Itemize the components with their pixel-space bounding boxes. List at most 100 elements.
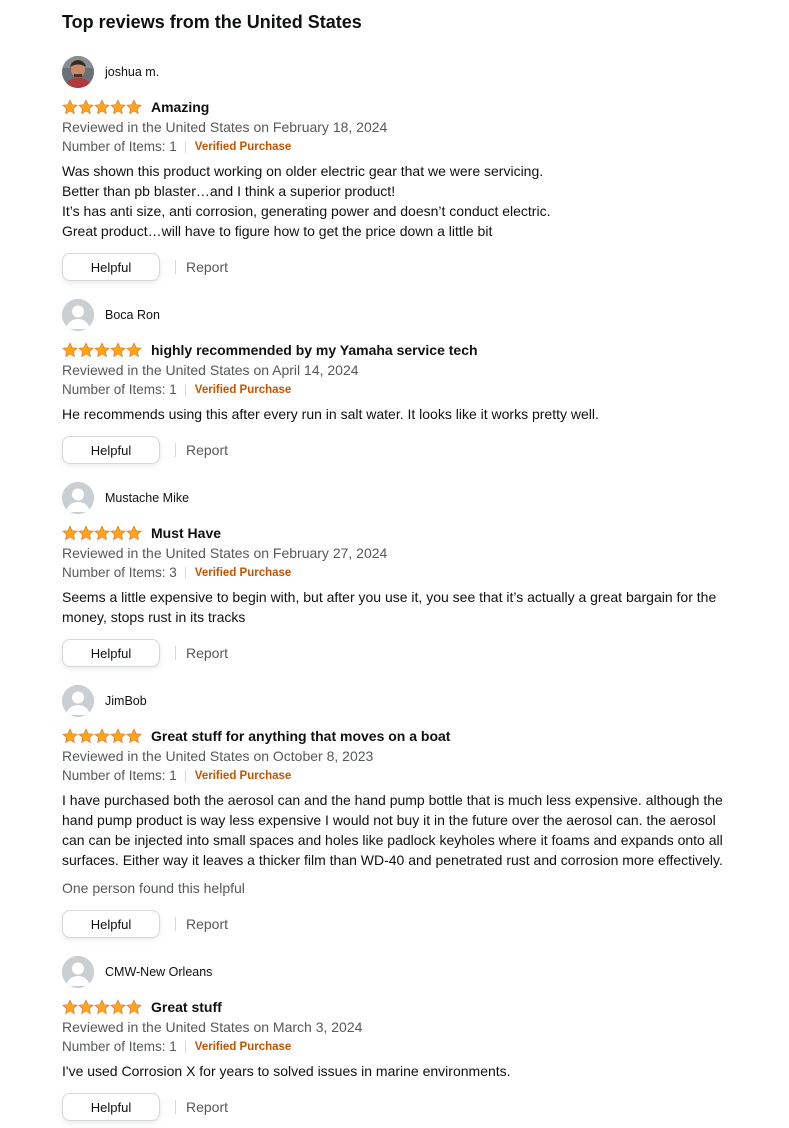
default-avatar-icon bbox=[62, 482, 94, 514]
item-count: Number of Items: 3 bbox=[62, 565, 177, 580]
review-body: Seems a little expensive to begin with, … bbox=[62, 587, 762, 627]
helpful-button[interactable]: Helpful bbox=[62, 1093, 160, 1121]
star-icon bbox=[62, 342, 78, 358]
review-date: Reviewed in the United States on Februar… bbox=[62, 119, 388, 135]
report-link[interactable]: Report bbox=[186, 259, 228, 275]
star-icon bbox=[126, 99, 142, 115]
review-card: CMW-New Orleans Great stuff Reviewed in th… bbox=[62, 956, 762, 1122]
reviewer-name[interactable]: joshua m. bbox=[105, 65, 159, 79]
star-icon bbox=[78, 99, 94, 115]
review-body-line: surfaces. Either way it leaves a thicker… bbox=[62, 852, 723, 868]
review-date: Reviewed in the United States on March 3… bbox=[62, 1019, 363, 1035]
star-icon bbox=[78, 342, 94, 358]
star-icon bbox=[94, 999, 110, 1015]
divider bbox=[175, 917, 176, 931]
review-body-line: Was shown this product working on older … bbox=[62, 163, 544, 179]
review-title[interactable]: Must Have bbox=[151, 525, 221, 541]
star-icon bbox=[62, 728, 78, 744]
review-title[interactable]: Great stuff bbox=[151, 999, 222, 1015]
reviewer-name[interactable]: JimBob bbox=[105, 694, 147, 708]
reviewer-name[interactable]: Boca Ron bbox=[105, 308, 160, 322]
divider bbox=[184, 384, 186, 396]
review-actions: Helpful Report bbox=[62, 435, 762, 465]
review-title[interactable]: Amazing bbox=[151, 99, 209, 115]
report-link[interactable]: Report bbox=[186, 1099, 228, 1115]
star-icon bbox=[110, 999, 126, 1015]
star-icon bbox=[94, 525, 110, 541]
star-icon bbox=[110, 525, 126, 541]
star-icon bbox=[126, 525, 142, 541]
star-icon bbox=[78, 728, 94, 744]
review-body: I have purchased both the aerosol can an… bbox=[62, 790, 762, 870]
reviews-page: Top reviews from the United States joshu… bbox=[0, 0, 789, 1128]
reviewer-profile[interactable]: Mustache Mike bbox=[62, 482, 762, 514]
review-actions: Helpful Report bbox=[62, 909, 762, 939]
star-icon bbox=[110, 342, 126, 358]
reviewer-profile[interactable]: Boca Ron bbox=[62, 299, 762, 331]
divider bbox=[175, 646, 176, 660]
star-icon bbox=[62, 999, 78, 1015]
reviewer-profile[interactable]: JimBob bbox=[62, 685, 762, 717]
divider bbox=[175, 1100, 176, 1114]
helpful-button[interactable]: Helpful bbox=[62, 253, 160, 281]
star-icon bbox=[78, 999, 94, 1015]
report-link[interactable]: Report bbox=[186, 645, 228, 661]
reviewer-name[interactable]: Mustache Mike bbox=[105, 491, 189, 505]
reviewer-profile[interactable]: joshua m. bbox=[62, 56, 762, 88]
review-body-line: can can be injected into small spaces an… bbox=[62, 832, 723, 848]
review-card: JimBob Great stuff for anything that move… bbox=[62, 685, 762, 939]
verified-purchase-badge[interactable]: Verified Purchase bbox=[195, 380, 292, 400]
star-rating[interactable] bbox=[62, 999, 142, 1015]
review-body: I've used Corrosion X for years to solve… bbox=[62, 1061, 762, 1081]
review-date: Reviewed in the United States on October… bbox=[62, 748, 374, 764]
default-avatar-icon bbox=[62, 685, 94, 717]
section-title: Top reviews from the United States bbox=[62, 12, 362, 32]
review-body-line: hand pump product is way less expensive … bbox=[62, 812, 716, 828]
star-rating[interactable] bbox=[62, 525, 142, 541]
review-body-line: It’s has anti size, anti corrosion, gene… bbox=[62, 203, 551, 219]
review-card: Mustache Mike Must Have Reviewed in the Un… bbox=[62, 482, 762, 668]
review-body-line: money, stops rust in its tracks bbox=[62, 609, 246, 625]
review-actions: Helpful Report bbox=[62, 252, 762, 282]
item-count: Number of Items: 1 bbox=[62, 768, 177, 783]
star-rating[interactable] bbox=[62, 99, 142, 115]
review-actions: Helpful Report bbox=[62, 1092, 762, 1122]
review-title[interactable]: Great stuff for anything that moves on a… bbox=[151, 728, 450, 744]
verified-purchase-badge[interactable]: Verified Purchase bbox=[195, 137, 292, 157]
review-body-line: I have purchased both the aerosol can an… bbox=[62, 792, 723, 808]
star-icon bbox=[126, 342, 142, 358]
verified-purchase-badge[interactable]: Verified Purchase bbox=[195, 563, 292, 583]
divider bbox=[175, 443, 176, 457]
star-icon bbox=[94, 728, 110, 744]
helpful-button[interactable]: Helpful bbox=[62, 639, 160, 667]
report-link[interactable]: Report bbox=[186, 916, 228, 932]
review-date: Reviewed in the United States on Februar… bbox=[62, 545, 388, 561]
review-body-line: Seems a little expensive to begin with, … bbox=[62, 589, 717, 605]
review-body-line: Better than pb blaster…and I think a sup… bbox=[62, 183, 396, 199]
helpful-count: One person found this helpful bbox=[62, 880, 245, 896]
divider bbox=[184, 1041, 186, 1053]
helpful-button[interactable]: Helpful bbox=[62, 436, 160, 464]
review-body: Was shown this product working on older … bbox=[62, 161, 762, 241]
reviewer-name[interactable]: CMW-New Orleans bbox=[105, 965, 212, 979]
review-body: He recommends using this after every run… bbox=[62, 404, 762, 424]
report-link[interactable]: Report bbox=[186, 442, 228, 458]
review-body-line: He recommends using this after every run… bbox=[62, 406, 599, 422]
star-icon bbox=[126, 999, 142, 1015]
star-rating[interactable] bbox=[62, 342, 142, 358]
helpful-button[interactable]: Helpful bbox=[62, 910, 160, 938]
verified-purchase-badge[interactable]: Verified Purchase bbox=[195, 766, 292, 786]
item-count: Number of Items: 1 bbox=[62, 1039, 177, 1054]
verified-purchase-badge[interactable]: Verified Purchase bbox=[195, 1037, 292, 1057]
default-avatar-icon bbox=[62, 299, 94, 331]
divider bbox=[184, 567, 186, 579]
star-icon bbox=[126, 728, 142, 744]
review-body-line: Great product…will have to figure how to… bbox=[62, 223, 493, 239]
star-icon bbox=[94, 99, 110, 115]
star-icon bbox=[110, 728, 126, 744]
star-rating[interactable] bbox=[62, 728, 142, 744]
reviewer-profile[interactable]: CMW-New Orleans bbox=[62, 956, 762, 988]
review-title[interactable]: highly recommended by my Yamaha service … bbox=[151, 342, 478, 358]
star-icon bbox=[62, 99, 78, 115]
star-icon bbox=[78, 525, 94, 541]
